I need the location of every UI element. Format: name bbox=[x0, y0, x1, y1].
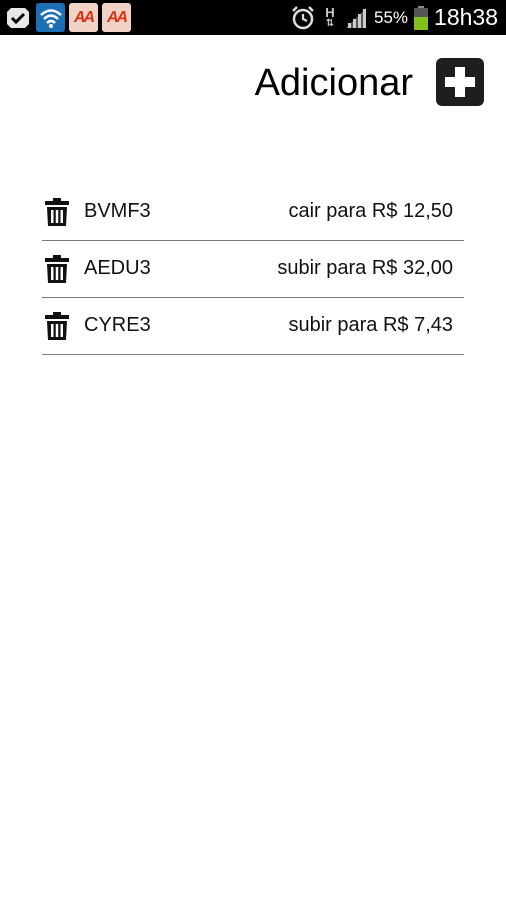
alert-ticker: CYRE3 bbox=[84, 314, 151, 336]
aa-app-icon: AA bbox=[69, 3, 98, 32]
trash-icon[interactable] bbox=[45, 198, 69, 226]
battery-percent: 55% bbox=[374, 7, 409, 27]
status-bar: AA AA H ⇅ 55% 18h38 bbox=[0, 0, 506, 35]
trash-icon[interactable] bbox=[45, 312, 69, 340]
network-h-icon: H ⇅ bbox=[325, 4, 335, 29]
alert-condition: subir para R$ 7,43 bbox=[288, 314, 453, 336]
trash-icon[interactable] bbox=[45, 255, 69, 283]
alert-list: BVMF3 cair para R$ 12,50 AEDU3 subir par… bbox=[42, 184, 464, 355]
check-notification-icon bbox=[3, 3, 32, 32]
aa-app-icon: AA bbox=[102, 3, 131, 32]
page-title: Adicionar bbox=[254, 62, 413, 104]
clock: 18h38 bbox=[434, 4, 498, 30]
battery-icon bbox=[414, 5, 429, 30]
signal-icon bbox=[344, 6, 368, 30]
list-item[interactable]: CYRE3 subir para R$ 7,43 bbox=[42, 298, 464, 355]
wifi-icon bbox=[36, 3, 65, 32]
status-bar-system: H ⇅ 55% 18h38 bbox=[290, 0, 498, 35]
alert-condition: cair para R$ 12,50 bbox=[288, 200, 453, 222]
list-item[interactable]: AEDU3 subir para R$ 32,00 bbox=[42, 241, 464, 298]
add-button[interactable] bbox=[436, 58, 484, 106]
alert-ticker: AEDU3 bbox=[84, 257, 151, 279]
status-bar-notifications: AA AA bbox=[3, 3, 131, 32]
list-item[interactable]: BVMF3 cair para R$ 12,50 bbox=[42, 184, 464, 241]
alert-ticker: BVMF3 bbox=[84, 200, 151, 222]
alert-condition: subir para R$ 32,00 bbox=[277, 257, 453, 279]
plus-icon bbox=[445, 67, 475, 97]
alarm-icon bbox=[290, 5, 316, 31]
